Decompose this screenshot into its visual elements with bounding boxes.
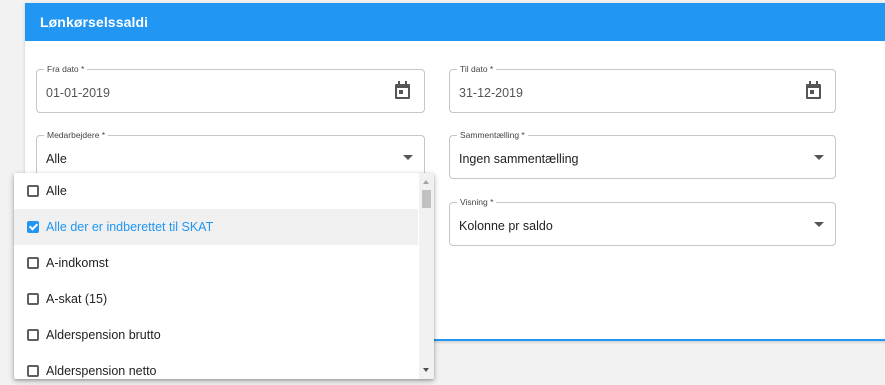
chevron-down-icon[interactable] (814, 155, 824, 160)
scroll-down-arrow-icon[interactable] (423, 368, 429, 372)
chevron-down-icon[interactable] (814, 222, 824, 227)
dropdown-scrollbar[interactable] (419, 173, 434, 379)
option-label: Alderspension netto (46, 364, 157, 378)
option-alderspension-netto[interactable]: Alderspension netto (14, 353, 418, 379)
employees-label: Medarbejdere * (44, 130, 109, 141)
scroll-up-arrow-icon[interactable] (423, 180, 429, 184)
option-alderspension-brutto[interactable]: Alderspension brutto (14, 317, 418, 353)
to-date-label: Til dato * (457, 64, 497, 75)
page-title: Lønkørselssaldi (40, 14, 149, 30)
checkbox[interactable] (27, 293, 39, 305)
summation-label: Sammentælling * (457, 130, 528, 141)
option-a-indkomst[interactable]: A-indkomst (14, 245, 418, 281)
card-header: Lønkørselssaldi (25, 3, 885, 41)
option-label: Alderspension brutto (46, 328, 161, 342)
view-select[interactable]: Visning * Kolonne pr saldo (449, 197, 836, 246)
view-label: Visning * (457, 197, 497, 208)
option-a-skat[interactable]: A-skat (15) (14, 281, 418, 317)
chevron-down-icon[interactable] (403, 155, 413, 160)
summation-select[interactable]: Sammentælling * Ingen sammentælling (449, 130, 836, 179)
option-label: Alle der er indberettet til SKAT (46, 220, 214, 234)
to-date-value[interactable]: 31-12-2019 (459, 86, 523, 100)
from-date-value[interactable]: 01-01-2019 (46, 86, 110, 100)
calendar-icon[interactable] (395, 81, 410, 99)
option-label: Alle (46, 184, 67, 198)
view-value[interactable]: Kolonne pr saldo (459, 219, 553, 233)
option-alle[interactable]: Alle (14, 173, 418, 209)
from-date-field[interactable]: Fra dato * 01-01-2019 (36, 64, 425, 113)
checkbox[interactable] (27, 257, 39, 269)
employees-dropdown-menu: Alle Alle der er indberettet til SKAT A-… (14, 173, 434, 379)
to-date-field[interactable]: Til dato * 31-12-2019 (449, 64, 836, 113)
checkbox[interactable] (27, 185, 39, 197)
from-date-label: Fra dato * (44, 64, 88, 75)
scrollbar-thumb[interactable] (422, 190, 431, 208)
checkbox-checked[interactable] (27, 221, 39, 233)
calendar-icon[interactable] (806, 81, 821, 99)
option-label: A-skat (15) (46, 292, 108, 306)
checkbox[interactable] (27, 329, 39, 341)
option-alle-indberettet-skat[interactable]: Alle der er indberettet til SKAT (14, 209, 418, 245)
summation-value[interactable]: Ingen sammentælling (459, 152, 579, 166)
option-label: A-indkomst (46, 256, 109, 270)
checkbox[interactable] (27, 365, 39, 377)
employees-value[interactable]: Alle (46, 152, 67, 166)
